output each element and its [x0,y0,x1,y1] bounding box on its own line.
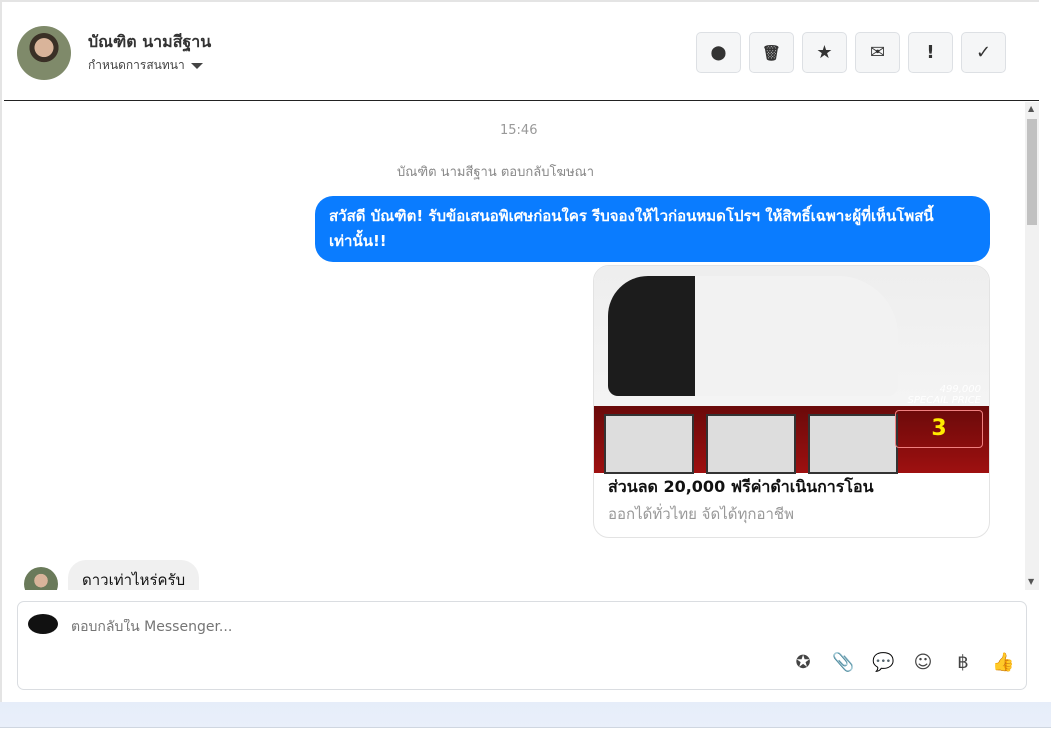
conversation-panel: บัณฑิต นามสีฐาน กำหนดการสนทนา ⬤ 🗑 ★ ✉ ! … [0,0,1039,702]
scroll-down-icon[interactable]: ▼ [1028,577,1034,586]
ad-reply-note: บัณฑิต นามสีฐาน ตอบกลับโฆษณา [397,165,595,180]
ad-image: 499,000 SPECAIL PRICE 3 [594,266,989,474]
car-photo [608,276,898,396]
attachment-icon[interactable]: 📎 [832,652,854,673]
trash-icon: 🗑 [761,43,782,62]
alert-octagon-icon: ⬤ [710,44,727,61]
header-actions: ⬤ 🗑 ★ ✉ ! ✓ [696,32,1006,73]
star-button[interactable]: ★ [802,32,847,73]
mark-unread-button[interactable]: ✉ [855,32,900,73]
chat-bubble-icon[interactable]: 💬 [872,652,894,673]
ad-image-price: 499,000 SPECAIL PRICE [907,384,981,406]
conversation-header: บัณฑิต นามสีฐาน กำหนดการสนทนา ⬤ 🗑 ★ ✉ ! … [4,4,1039,101]
scroll-up-icon[interactable]: ▲ [1028,104,1034,113]
reply-composer: ✪ 📎 💬 ☺ ฿ 👍 [17,601,1027,690]
ad-card-title: ส่วนลด 20,000 ฟรีค่าดำเนินการโอน [608,477,874,496]
message-thread: 15:46 บัณฑิต นามสีฐาน ตอบกลับโฆษณา สวัสด… [4,102,1039,590]
caret-down-icon [190,62,203,69]
ad-card[interactable]: 499,000 SPECAIL PRICE 3 ส่วนลด 20,000 ฟรี… [593,265,990,538]
ad-image-promo: 3 [895,410,983,448]
emoji-icon[interactable]: ☺ [912,652,934,673]
page-background-band [0,702,1051,728]
exclamation-icon: ! [926,42,935,63]
sender-avatar [24,567,58,590]
star-icon: ★ [816,42,833,63]
outgoing-message: สวัสดี บัณฑิต! รับข้อเสนอพิเศษก่อนใคร รี… [315,196,990,262]
conversation-settings-dropdown[interactable]: กำหนดการสนทนา [88,56,203,75]
composer-tools: ✪ 📎 💬 ☺ ฿ 👍 [792,652,1014,673]
message-timestamp: 15:46 [500,123,538,138]
page-avatar [28,614,58,634]
scrollbar-thumb[interactable] [1027,119,1037,225]
thumbs-up-icon[interactable]: 👍 [992,652,1014,673]
reply-input[interactable] [71,619,671,635]
mark-done-button[interactable]: ✓ [961,32,1006,73]
delete-button[interactable]: 🗑 [749,32,794,73]
mail-open-icon: ✉ [869,42,886,63]
mark-spam-button[interactable]: ⬤ [696,32,741,73]
follow-up-button[interactable]: ! [908,32,953,73]
contact-avatar[interactable] [17,26,71,80]
check-icon: ✓ [975,42,992,63]
incoming-message: ดาวเท่าไหร่ครับ [68,560,200,590]
conversation-settings-label: กำหนดการสนทนา [88,58,185,72]
ad-card-subtitle: ออกได้ทั่วไทย จัดได้ทุกอาชีพ [608,505,794,523]
scrollbar[interactable]: ▲ ▼ [1025,102,1039,590]
baht-icon[interactable]: ฿ [952,652,974,673]
saved-reply-icon[interactable]: ✪ [792,652,814,673]
contact-name[interactable]: บัณฑิต นามสีฐาน [88,30,211,55]
